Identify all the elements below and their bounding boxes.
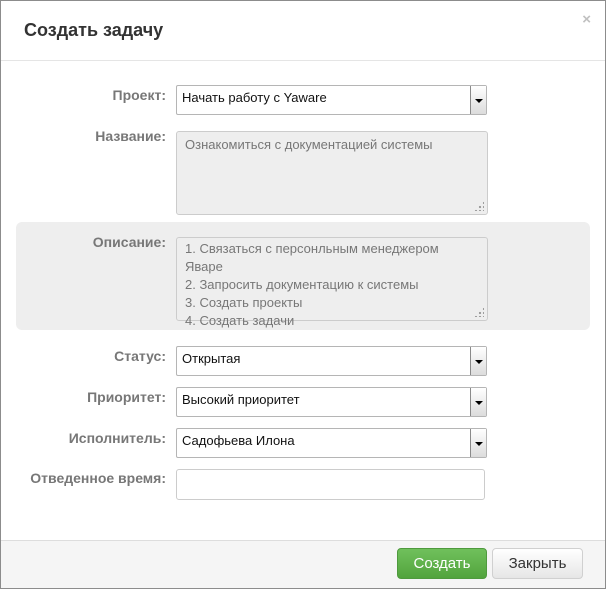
project-select-value: Начать работу с Yaware [182, 90, 327, 105]
close-button[interactable]: Закрыть [492, 548, 583, 579]
create-button[interactable]: Создать [397, 548, 487, 579]
description-line: 3. Создать проекты [185, 295, 303, 310]
status-label: Статус: [114, 348, 166, 364]
create-task-dialog: Создать задачу × Проект: Начать работу с… [0, 0, 606, 589]
description-textarea[interactable]: 1. Связаться с персонльным менеджером Яв… [176, 237, 488, 328]
name-label: Название: [95, 128, 166, 144]
dialog-title: Создать задачу [24, 20, 164, 40]
resize-grip-icon[interactable] [474, 201, 484, 211]
name-textarea-value: Ознакомиться с документацией системы [185, 137, 433, 152]
priority-select[interactable]: Высокий приоритет [176, 387, 487, 417]
status-select[interactable]: Открытая [176, 346, 487, 376]
description-line: 1. Связаться с персонльным менеджером Яв… [185, 241, 439, 274]
description-label: Описание: [92, 234, 166, 250]
close-icon[interactable]: × [582, 12, 591, 27]
description-line: 4. Создать задачи [185, 313, 295, 328]
description-line: 2. Запросить документацию к системы [185, 277, 419, 292]
dialog-header: Создать задачу × [1, 1, 605, 61]
name-textarea[interactable]: Ознакомиться с документацией системы [176, 131, 488, 215]
assignee-label: Исполнитель: [68, 430, 166, 446]
status-select-value: Открытая [182, 351, 241, 366]
assignee-select[interactable]: Садофьева Илона [176, 428, 487, 458]
chevron-down-icon[interactable] [470, 429, 486, 457]
assignee-select-value: Садофьева Илона [182, 433, 295, 448]
priority-label: Приоритет: [87, 389, 166, 405]
chevron-down-icon[interactable] [470, 388, 486, 416]
dialog-footer: Создать Закрыть [1, 540, 605, 588]
chevron-down-icon[interactable] [470, 86, 486, 114]
allotted-time-input[interactable] [176, 469, 485, 500]
priority-select-value: Высокий приоритет [182, 392, 300, 407]
project-label: Проект: [112, 87, 166, 103]
allotted-time-label: Отведенное время: [30, 470, 166, 486]
project-select[interactable]: Начать работу с Yaware [176, 85, 487, 115]
chevron-down-icon[interactable] [470, 347, 486, 375]
